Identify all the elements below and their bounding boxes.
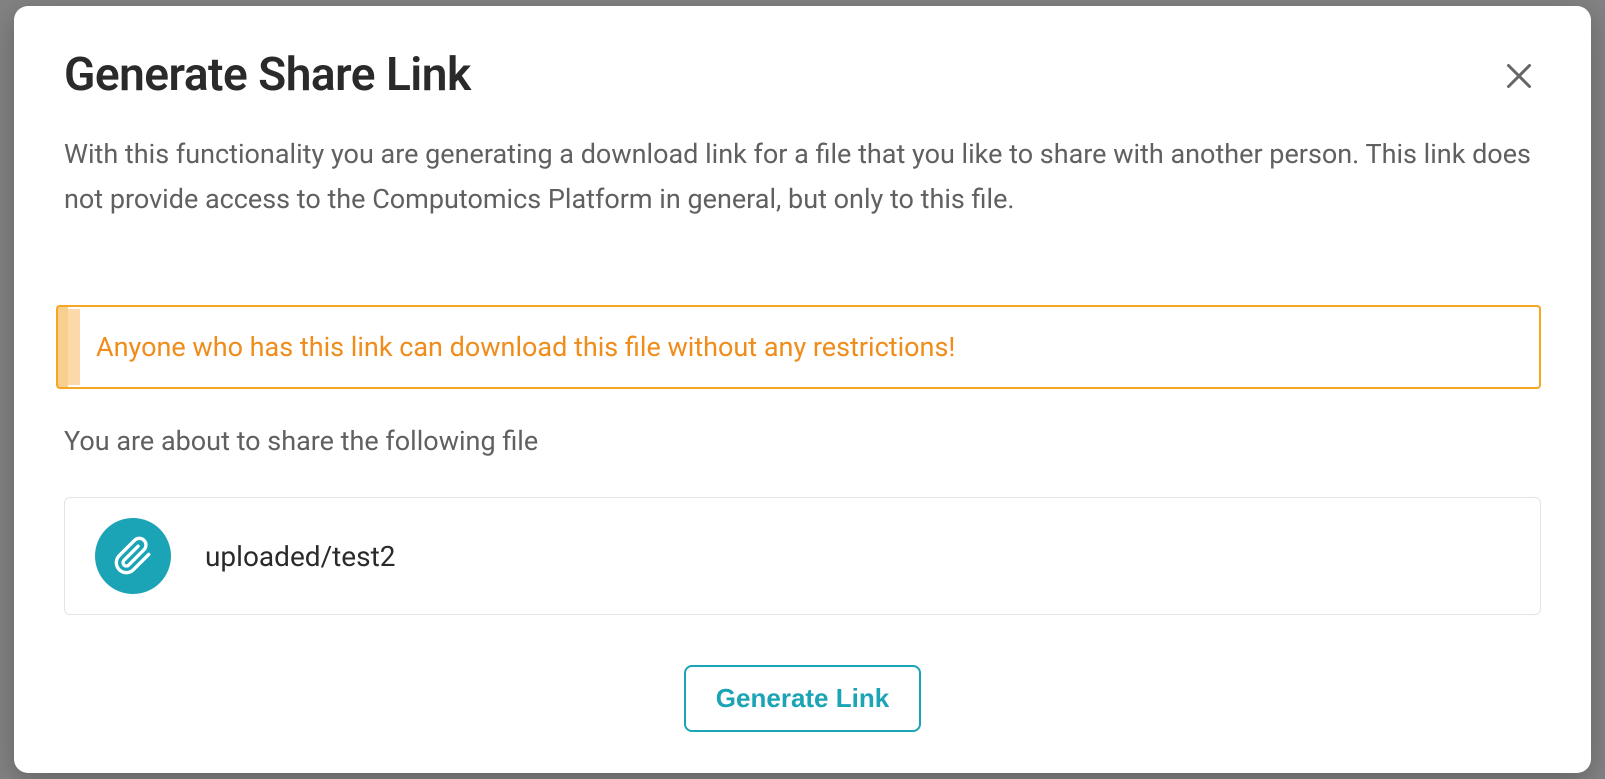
modal-description: With this functionality you are generati… — [64, 132, 1541, 221]
file-entry: uploaded/test2 — [64, 497, 1541, 615]
close-icon — [1501, 58, 1537, 94]
close-button[interactable] — [1497, 54, 1541, 98]
modal-header: Generate Share Link — [64, 48, 1541, 102]
warning-box: Anyone who has this link can download th… — [64, 305, 1541, 389]
share-subheading: You are about to share the following fil… — [64, 425, 1541, 457]
warning-banner: Anyone who has this link can download th… — [64, 263, 1541, 389]
generate-link-button[interactable]: Generate Link — [684, 665, 921, 732]
modal-title: Generate Share Link — [64, 48, 471, 102]
warning-text: Anyone who has this link can download th… — [96, 331, 955, 363]
share-link-modal: Generate Share Link With this functional… — [14, 6, 1591, 773]
warning-accent-bar — [68, 309, 80, 385]
file-icon-badge — [95, 518, 171, 594]
file-path: uploaded/test2 — [205, 540, 396, 573]
modal-footer: Generate Link — [64, 665, 1541, 732]
paperclip-icon — [113, 536, 153, 576]
